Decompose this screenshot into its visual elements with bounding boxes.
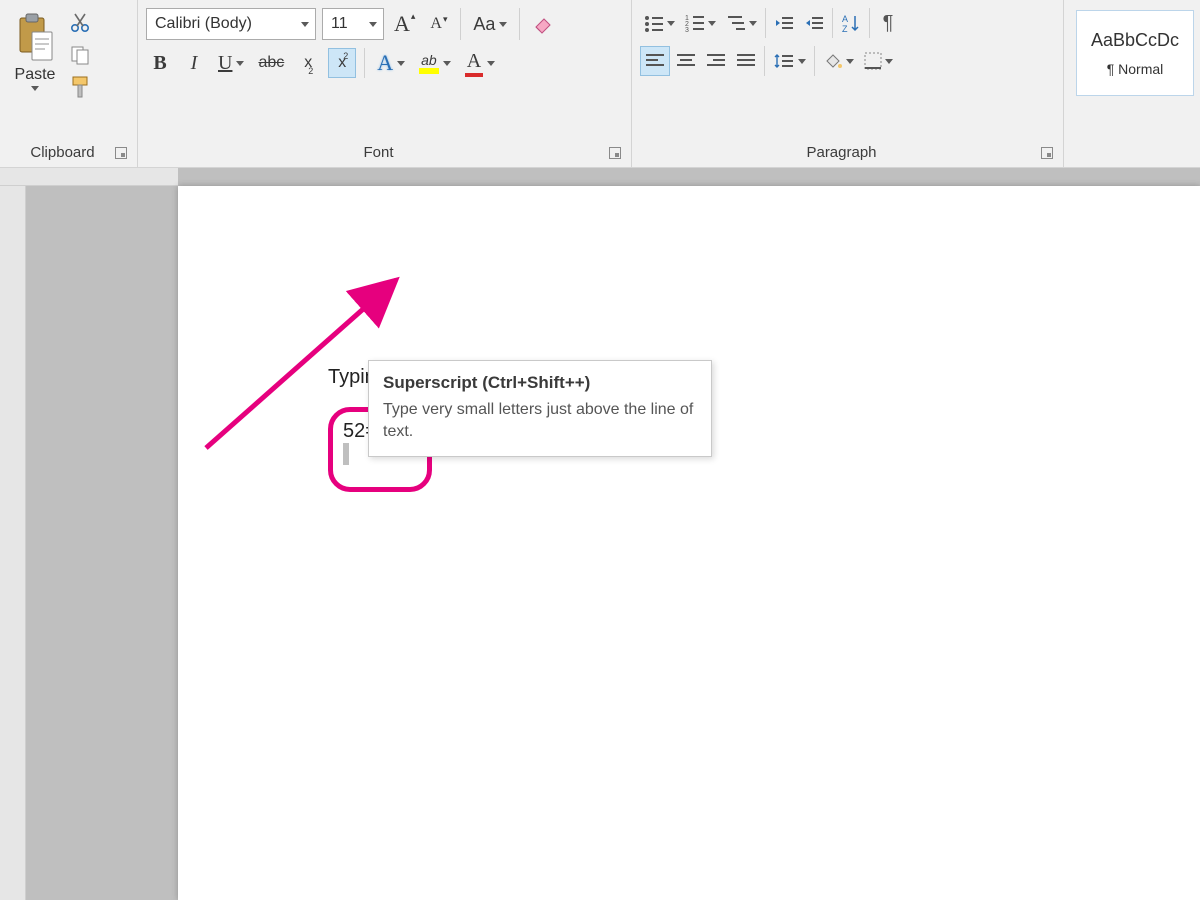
chevron-down-icon bbox=[846, 59, 854, 64]
chevron-down-icon bbox=[667, 21, 675, 26]
group-font: Calibri (Body) 11 A ▴ A ▾ Aa bbox=[138, 0, 632, 167]
underline-button[interactable]: U bbox=[214, 48, 248, 78]
decrease-indent-icon bbox=[774, 14, 794, 32]
sort-icon: AZ bbox=[841, 13, 861, 33]
chevron-down-icon bbox=[236, 61, 244, 66]
subscript-button[interactable]: x2 bbox=[294, 48, 322, 78]
bullets-button[interactable] bbox=[640, 8, 679, 38]
highlight-button[interactable]: ab bbox=[415, 48, 455, 78]
font-size-value: 11 bbox=[331, 15, 348, 33]
chevron-down-icon bbox=[31, 86, 39, 91]
multilevel-list-button[interactable] bbox=[722, 8, 761, 38]
text-effects-button[interactable]: A bbox=[373, 48, 409, 78]
shrink-font-button[interactable]: A ▾ bbox=[424, 9, 452, 39]
group-styles: AaBbCcDc ¶ Normal bbox=[1064, 0, 1200, 167]
ruler bbox=[0, 168, 178, 186]
font-color-button[interactable]: A bbox=[461, 48, 499, 78]
paste-button[interactable]: Paste bbox=[8, 8, 62, 95]
paragraph-dialog-launcher[interactable] bbox=[1041, 147, 1053, 159]
ribbon: Paste bbox=[0, 0, 1200, 168]
bold-button[interactable]: B bbox=[146, 48, 174, 78]
align-right-icon bbox=[706, 53, 726, 69]
chevron-down-icon bbox=[369, 22, 377, 27]
chevron-down-icon bbox=[885, 59, 893, 64]
align-center-button[interactable] bbox=[672, 46, 700, 76]
svg-text:A: A bbox=[842, 14, 848, 24]
numbering-button[interactable]: 123 bbox=[681, 8, 720, 38]
grow-font-button[interactable]: A ▴ bbox=[390, 9, 418, 39]
font-name-combo[interactable]: Calibri (Body) bbox=[146, 8, 316, 40]
show-marks-button[interactable]: ¶ bbox=[874, 8, 902, 38]
font-dialog-launcher[interactable] bbox=[609, 147, 621, 159]
eraser-icon bbox=[532, 13, 554, 35]
decrease-indent-button[interactable] bbox=[770, 8, 798, 38]
align-left-button[interactable] bbox=[640, 46, 670, 76]
chevron-down-icon bbox=[749, 21, 757, 26]
italic-button[interactable]: I bbox=[180, 48, 208, 78]
font-size-combo[interactable]: 11 bbox=[322, 8, 384, 40]
document-area: Typing Exponents 52=25 Superscript (Ctrl… bbox=[0, 168, 1200, 900]
group-label-font: Font bbox=[148, 144, 609, 161]
paint-bucket-icon bbox=[823, 51, 843, 71]
increase-indent-icon bbox=[804, 14, 824, 32]
page[interactable]: Typing Exponents 52=25 bbox=[178, 186, 1200, 900]
style-preview: AaBbCcDc bbox=[1091, 30, 1179, 51]
chevron-down-icon bbox=[708, 21, 716, 26]
format-painter-button[interactable] bbox=[66, 74, 94, 100]
chevron-down-icon bbox=[443, 61, 451, 66]
clipboard-dialog-launcher[interactable] bbox=[115, 147, 127, 159]
caret-up-icon: ▴ bbox=[411, 11, 416, 22]
group-label-clipboard: Clipboard bbox=[10, 144, 115, 161]
copy-button[interactable] bbox=[66, 42, 94, 68]
justify-icon bbox=[736, 53, 756, 69]
tooltip-title: Superscript (Ctrl+Shift++) bbox=[383, 373, 697, 393]
borders-icon bbox=[864, 52, 882, 70]
style-name: ¶ Normal bbox=[1107, 61, 1164, 77]
text-cursor-icon bbox=[343, 443, 349, 465]
multilevel-icon bbox=[726, 14, 746, 32]
paste-icon bbox=[14, 12, 56, 64]
clear-formatting-button[interactable] bbox=[528, 9, 558, 39]
increase-indent-button[interactable] bbox=[800, 8, 828, 38]
chevron-down-icon bbox=[301, 22, 309, 27]
format-painter-icon bbox=[69, 75, 91, 99]
svg-text:3: 3 bbox=[685, 27, 689, 32]
superscript-tooltip: Superscript (Ctrl+Shift++) Type very sma… bbox=[368, 360, 712, 457]
scissors-icon bbox=[69, 12, 91, 34]
chevron-down-icon bbox=[397, 61, 405, 66]
tooltip-body: Type very small letters just above the l… bbox=[383, 399, 697, 442]
font-name-value: Calibri (Body) bbox=[155, 15, 252, 33]
numbering-icon: 123 bbox=[685, 14, 705, 32]
group-label-paragraph: Paragraph bbox=[642, 144, 1041, 161]
align-center-icon bbox=[676, 53, 696, 69]
align-left-icon bbox=[645, 53, 665, 69]
svg-text:Z: Z bbox=[842, 24, 848, 33]
sort-button[interactable]: AZ bbox=[837, 8, 865, 38]
style-normal[interactable]: AaBbCcDc ¶ Normal bbox=[1076, 10, 1194, 96]
group-paragraph: 123 AZ ¶ bbox=[632, 0, 1064, 167]
paste-label: Paste bbox=[15, 66, 56, 84]
shading-button[interactable] bbox=[819, 46, 858, 76]
group-clipboard: Paste bbox=[0, 0, 138, 167]
justify-button[interactable] bbox=[732, 46, 760, 76]
line-spacing-icon bbox=[773, 52, 795, 70]
superscript-button[interactable]: x2 bbox=[328, 48, 356, 78]
chevron-down-icon bbox=[798, 59, 806, 64]
bullets-icon bbox=[644, 14, 664, 32]
copy-icon bbox=[69, 44, 91, 66]
chevron-down-icon bbox=[487, 61, 495, 66]
align-right-button[interactable] bbox=[702, 46, 730, 76]
vertical-ruler bbox=[0, 168, 26, 900]
borders-button[interactable] bbox=[860, 46, 897, 76]
caret-down-icon: ▾ bbox=[443, 14, 448, 25]
cut-button[interactable] bbox=[66, 10, 94, 36]
line-spacing-button[interactable] bbox=[769, 46, 810, 76]
strikethrough-button[interactable]: abc bbox=[254, 48, 288, 78]
chevron-down-icon bbox=[499, 22, 507, 27]
change-case-button[interactable]: Aa bbox=[469, 9, 511, 39]
